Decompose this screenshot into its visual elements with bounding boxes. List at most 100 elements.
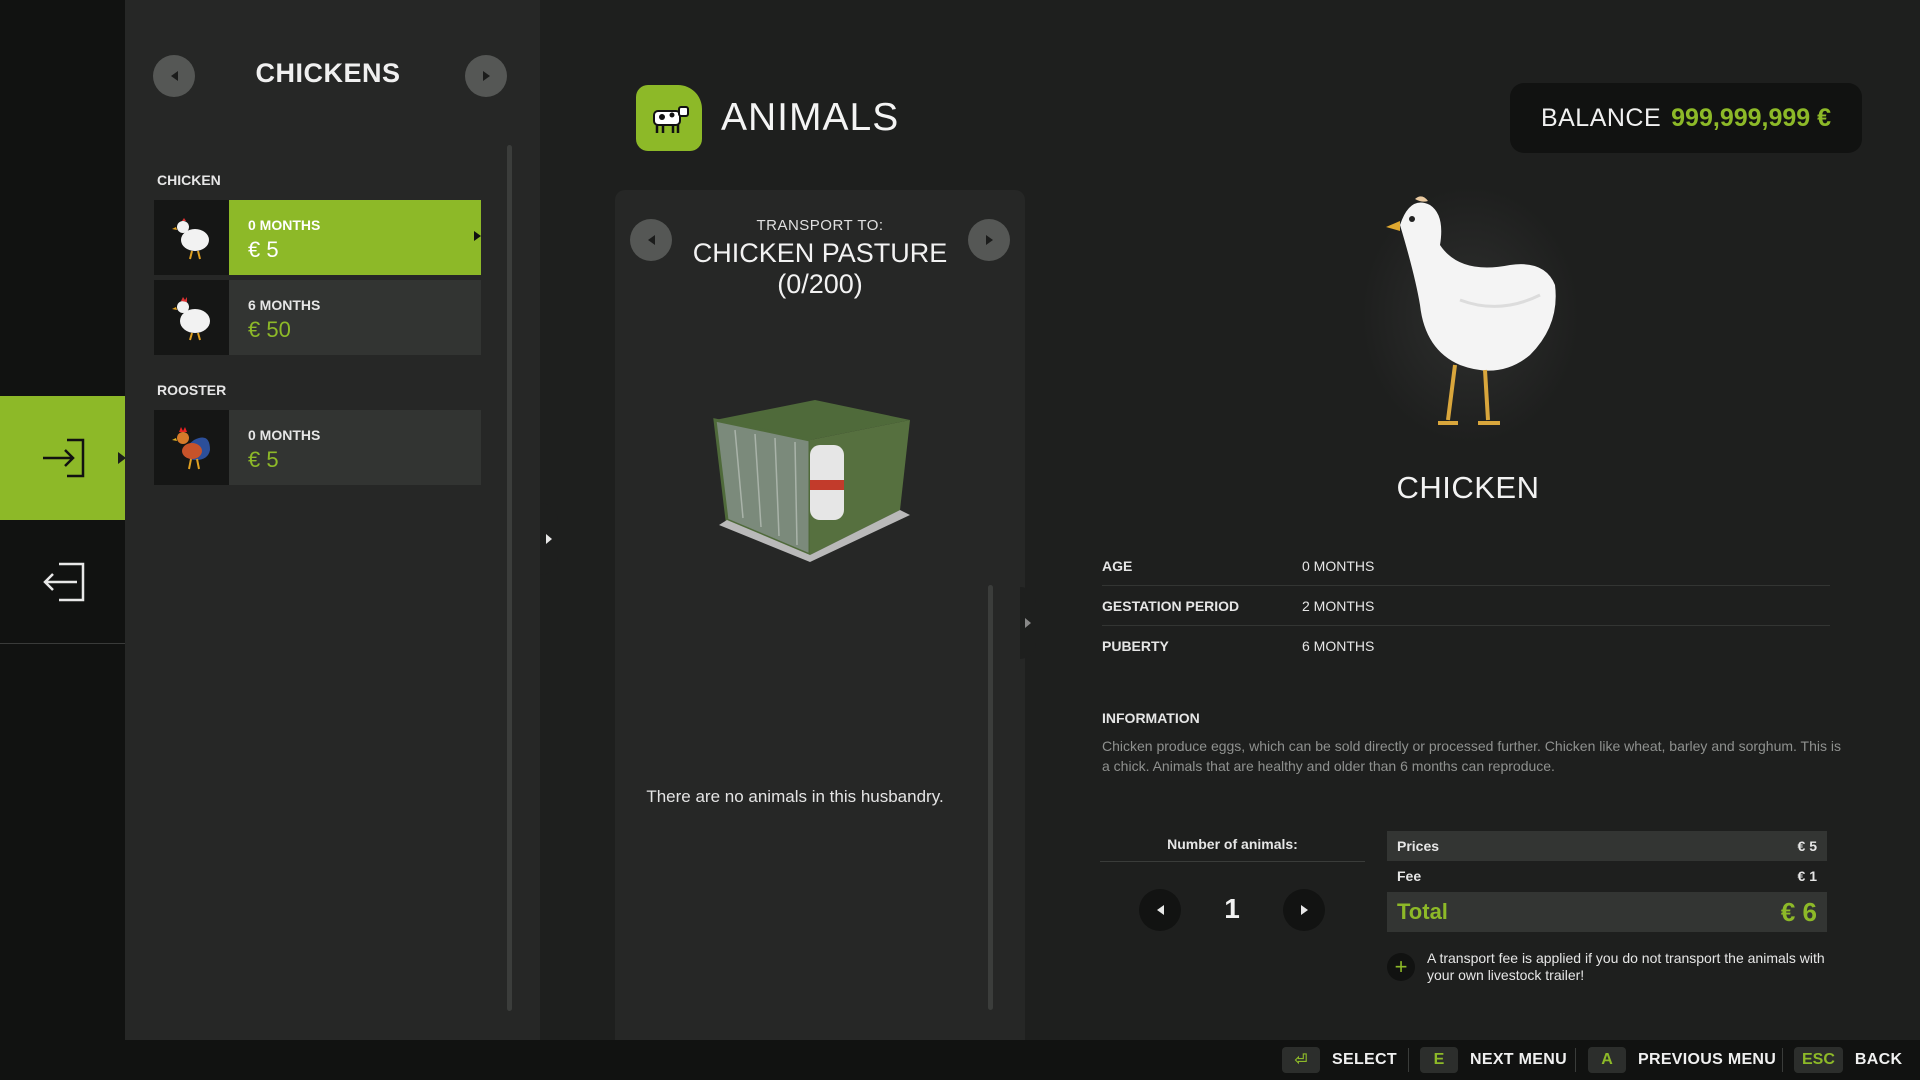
- animal-list-panel: CHICKENS CHICKEN 0 MONTHS € 5 6 MONTHS €…: [125, 0, 540, 1040]
- fee-note-text: A transport fee is applied if you do not…: [1427, 950, 1825, 983]
- esc-key-icon: ESC: [1794, 1047, 1843, 1073]
- buy-tab[interactable]: [0, 396, 126, 520]
- hint-previous-menu[interactable]: A PREVIOUS MENU: [1588, 1047, 1776, 1073]
- attribute-row-puberty: PUBERTY 6 MONTHS: [1102, 626, 1830, 666]
- husbandry-scrollbar[interactable]: [988, 585, 993, 1010]
- attribute-key: AGE: [1102, 557, 1133, 574]
- husbandry-name: CHICKEN PASTURE (0/200): [692, 238, 948, 299]
- prices-label: Prices: [1397, 838, 1440, 854]
- attribute-value: 2 MONTHS: [1302, 597, 1375, 614]
- item-age: 0 MONTHS: [248, 217, 321, 233]
- animals-logo: [636, 85, 702, 151]
- prev-category-button[interactable]: [153, 55, 195, 97]
- group-label-chicken: CHICKEN: [157, 172, 221, 188]
- selected-arrow-icon: [474, 231, 481, 241]
- group-label-rooster: ROOSTER: [157, 382, 227, 398]
- a-key-icon: A: [1588, 1047, 1626, 1073]
- chevron-right-icon: [482, 71, 490, 81]
- fee-row: Fee € 1: [1387, 861, 1827, 891]
- category-title: CHICKENS: [255, 58, 401, 88]
- item-price: € 5: [248, 237, 279, 262]
- hint-back[interactable]: ESC BACK: [1794, 1047, 1902, 1073]
- item-age: 0 MONTHS: [248, 427, 321, 443]
- attribute-row-gestation: GESTATION PERIOD 2 MONTHS: [1102, 586, 1830, 626]
- fee-value: € 1: [1797, 868, 1817, 884]
- transport-fee-note: + A transport fee is applied if you do n…: [1387, 950, 1837, 984]
- next-category-button[interactable]: [465, 55, 507, 97]
- chevron-right-icon: [1025, 618, 1031, 628]
- chevron-right-icon: [1300, 905, 1308, 915]
- increase-quantity-button[interactable]: [1283, 889, 1325, 931]
- plus-icon: +: [1387, 953, 1415, 981]
- husbandry-panel: TRANSPORT TO: CHICKEN PASTURE (0/200) Th…: [615, 190, 1025, 1040]
- prices-row: Prices € 5: [1387, 831, 1827, 861]
- list-item-info: 6 MONTHS € 50: [229, 280, 481, 355]
- list-item-info: 0 MONTHS € 5: [229, 200, 481, 275]
- collapse-list-tab[interactable]: [540, 503, 558, 575]
- empty-message: There are no animals in this husbandry.: [646, 787, 944, 806]
- page-title: ANIMALS: [721, 96, 900, 139]
- exit-icon: [42, 562, 84, 601]
- next-husbandry-button[interactable]: [968, 219, 1010, 261]
- information-text: Chicken produce eggs, which can be sold …: [1102, 738, 1842, 774]
- hint-label: PREVIOUS MENU: [1638, 1051, 1777, 1068]
- information-title: INFORMATION: [1102, 710, 1200, 726]
- sell-tab[interactable]: [0, 520, 125, 644]
- enter-icon: [42, 438, 84, 478]
- total-value: € 6: [1780, 896, 1817, 927]
- chicken-thumbnail: [154, 280, 229, 355]
- total-label: Total: [1397, 899, 1448, 924]
- list-item-info: 0 MONTHS € 5: [229, 410, 481, 485]
- chevron-left-icon: [1156, 905, 1164, 915]
- hint-label: BACK: [1854, 1051, 1903, 1068]
- prices-value: € 5: [1797, 838, 1817, 854]
- chicken-icon: [171, 217, 209, 259]
- item-age: 6 MONTHS: [248, 297, 321, 313]
- chevron-left-icon: [170, 71, 178, 81]
- divider: [1782, 1048, 1783, 1072]
- e-key-icon: E: [1420, 1047, 1458, 1073]
- transport-label: TRANSPORT TO:: [756, 217, 884, 234]
- total-row: Total € 6: [1387, 892, 1827, 932]
- list-item-rooster-0[interactable]: 0 MONTHS € 5: [154, 410, 481, 485]
- hint-label: SELECT: [1332, 1051, 1397, 1068]
- balance-display: BALANCE 999,999,999 €: [1510, 83, 1862, 153]
- divider: [1575, 1048, 1576, 1072]
- animal-preview: [1360, 185, 1580, 445]
- hint-select[interactable]: ⏎ SELECT: [1282, 1047, 1397, 1073]
- balance-label: BALANCE: [1540, 103, 1662, 132]
- fee-label: Fee: [1397, 868, 1422, 884]
- chicken-coop-image: [713, 400, 910, 562]
- attribute-value: 6 MONTHS: [1302, 638, 1375, 654]
- rooster-thumbnail: [154, 410, 229, 485]
- collapse-husbandry-tab[interactable]: [1020, 587, 1036, 659]
- item-price: € 5: [248, 447, 279, 472]
- list-item-chicken-0[interactable]: 0 MONTHS € 5: [154, 200, 481, 275]
- quantity-value: 1: [1224, 893, 1240, 924]
- list-scrollbar[interactable]: [507, 145, 512, 1011]
- list-item-chicken-6[interactable]: 6 MONTHS € 50: [154, 280, 481, 355]
- hint-label: NEXT MENU: [1470, 1051, 1567, 1068]
- divider: [1408, 1048, 1409, 1072]
- cow-icon: [653, 106, 689, 133]
- chevron-left-icon: [647, 235, 655, 245]
- chevron-right-icon: [546, 534, 552, 544]
- rooster-icon: [171, 426, 210, 469]
- item-price: € 50: [248, 317, 291, 342]
- attribute-value: 0 MONTHS: [1302, 557, 1375, 574]
- divider: [1100, 861, 1365, 862]
- enter-key-icon: ⏎: [1282, 1047, 1320, 1073]
- chicken-thumbnail: [154, 200, 229, 275]
- hint-next-menu[interactable]: E NEXT MENU: [1420, 1047, 1567, 1073]
- attribute-key: PUBERTY: [1102, 638, 1169, 654]
- chicken-icon: [1386, 196, 1556, 425]
- chicken-icon: [171, 296, 210, 340]
- decrease-quantity-button[interactable]: [1139, 889, 1181, 931]
- attribute-row-age: AGE 0 MONTHS: [1102, 546, 1830, 586]
- side-rail: [0, 0, 126, 1040]
- number-of-animals-label: Number of animals:: [1167, 836, 1298, 852]
- balance-value: 999,999,999 €: [1671, 103, 1832, 132]
- input-hints-bar: ⏎ SELECT E NEXT MENU A PREVIOUS MENU ESC…: [0, 1040, 1920, 1080]
- animal-name: CHICKEN: [1396, 470, 1540, 505]
- chevron-right-icon: [985, 235, 993, 245]
